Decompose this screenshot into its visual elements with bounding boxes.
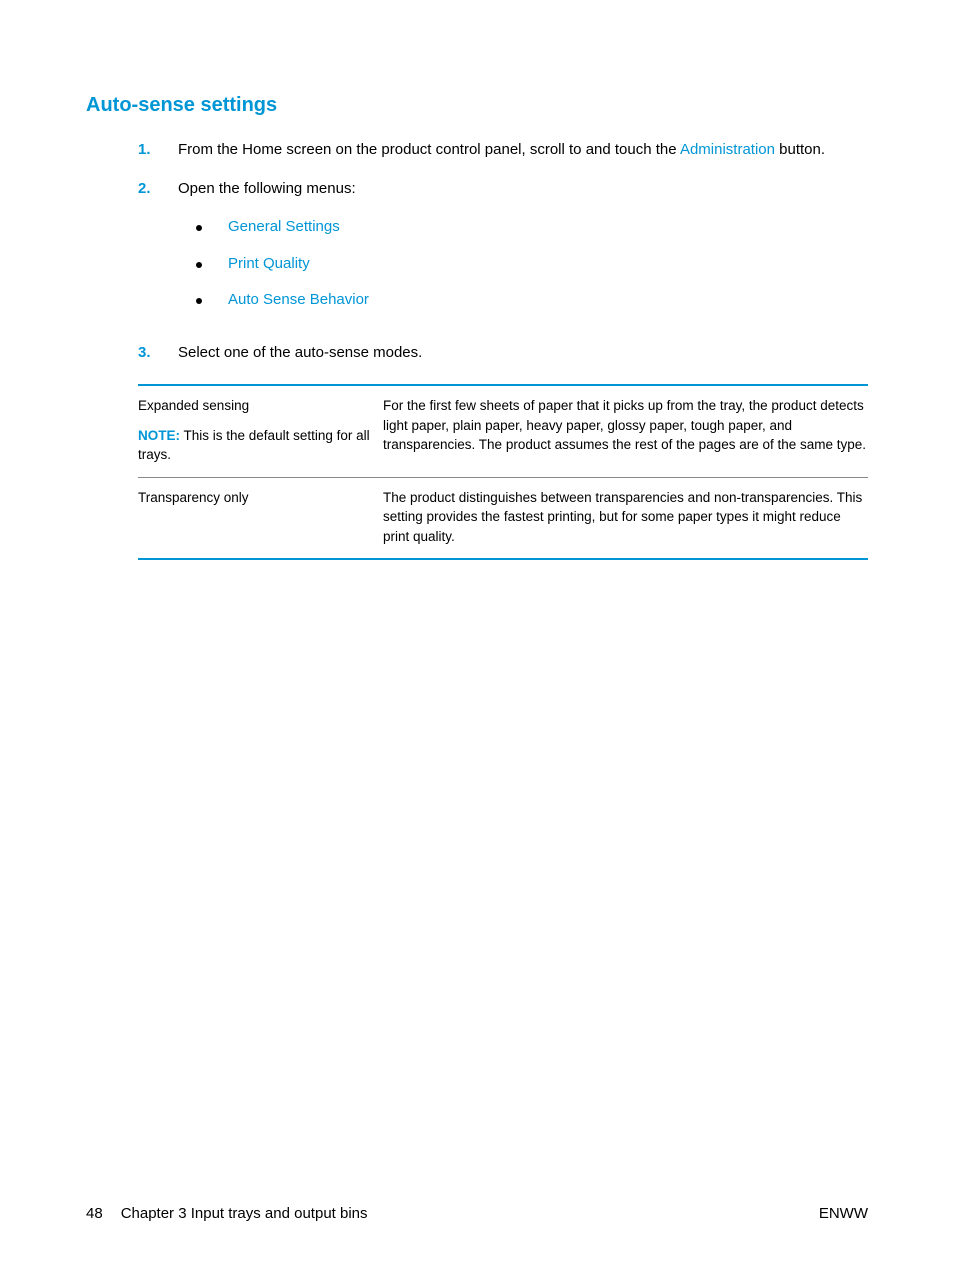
bullet-label: Print Quality	[228, 253, 310, 276]
bullet-icon	[196, 262, 202, 268]
page-footer: 48 Chapter 3 Input trays and output bins…	[86, 1205, 868, 1222]
note-label: NOTE:	[138, 428, 180, 443]
bullet-general-settings: General Settings	[196, 216, 868, 239]
step-2-pre: Open the following menus:	[178, 180, 356, 197]
bullet-print-quality: Print Quality	[196, 253, 868, 276]
mode-name: Expanded sensing	[138, 396, 373, 416]
footer-right: ENWW	[819, 1205, 868, 1222]
bullet-icon	[196, 225, 202, 231]
mode-name: Transparency only	[138, 488, 373, 508]
administration-term: Administration	[680, 141, 775, 158]
step-text: Select one of the auto-sense modes.	[178, 342, 868, 365]
footer-left: 48 Chapter 3 Input trays and output bins	[86, 1205, 368, 1222]
step-number: 1.	[138, 139, 178, 162]
step-text: From the Home screen on the product cont…	[178, 139, 868, 162]
step-text: Open the following menus: General Settin…	[178, 178, 868, 326]
step-3-pre: Select one of the auto-sense modes.	[178, 344, 422, 361]
mode-description: For the first few sheets of paper that i…	[383, 396, 868, 465]
mode-note: NOTE: This is the default setting for al…	[138, 426, 373, 465]
step-number: 2.	[138, 178, 178, 326]
table-row: Expanded sensing NOTE: This is the defau…	[138, 386, 868, 478]
step-1: 1. From the Home screen on the product c…	[138, 139, 868, 162]
chapter-title: Chapter 3 Input trays and output bins	[121, 1205, 368, 1222]
bullet-label: General Settings	[228, 216, 340, 239]
step-1-post: button.	[775, 141, 825, 158]
mode-cell: Transparency only	[138, 488, 383, 547]
mode-cell: Expanded sensing NOTE: This is the defau…	[138, 396, 383, 465]
page-number: 48	[86, 1205, 103, 1222]
section-heading: Auto-sense settings	[86, 94, 868, 117]
auto-sense-modes-table: Expanded sensing NOTE: This is the defau…	[138, 384, 868, 560]
table-row: Transparency only The product distinguis…	[138, 478, 868, 559]
submenu-list: General Settings Print Quality Auto Sens…	[196, 216, 868, 312]
step-1-pre: From the Home screen on the product cont…	[178, 141, 680, 158]
mode-description: The product distinguishes between transp…	[383, 488, 868, 547]
bullet-label: Auto Sense Behavior	[228, 289, 369, 312]
step-3: 3. Select one of the auto-sense modes.	[138, 342, 868, 365]
bullet-auto-sense-behavior: Auto Sense Behavior	[196, 289, 868, 312]
ordered-steps: 1. From the Home screen on the product c…	[138, 139, 868, 364]
bullet-icon	[196, 298, 202, 304]
step-2: 2. Open the following menus: General Set…	[138, 178, 868, 326]
step-number: 3.	[138, 342, 178, 365]
